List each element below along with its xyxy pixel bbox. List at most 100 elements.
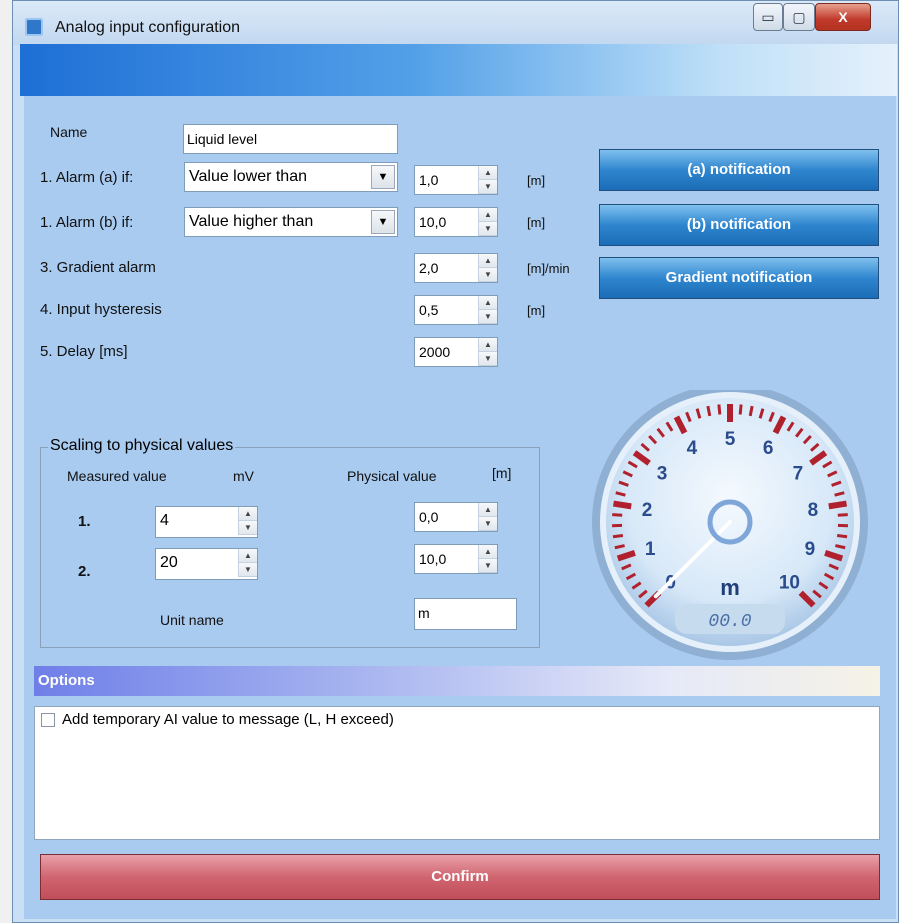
alarm-b-label: 1. Alarm (b) if: — [40, 214, 134, 231]
a-notification-button[interactable]: (a) notification — [599, 149, 879, 191]
unit-name-input[interactable]: m — [414, 598, 517, 630]
row-1-measured-value: 4 — [160, 512, 169, 529]
gauge-tick-label: 10 — [779, 572, 800, 593]
title-bar: Analog input configuration ▭ ▢ X — [13, 1, 898, 45]
level-gauge: 012345678910 m 00.0 — [592, 390, 868, 660]
gauge-tick-label: 5 — [725, 429, 736, 450]
alarm-b-unit: [m] — [527, 215, 546, 230]
spin-up-icon[interactable]: ▲ — [479, 296, 497, 310]
gauge-unit: m — [720, 575, 740, 600]
gauge-minor-tick — [614, 544, 625, 550]
spin-up-icon[interactable]: ▲ — [479, 503, 497, 517]
alarm-b-condition-select[interactable]: Value higher than ▼ — [184, 207, 398, 237]
gradient-value: 2,0 — [419, 260, 439, 276]
row-2-physical-value: 10,0 — [419, 551, 447, 567]
add-ai-value-label[interactable]: Add temporary AI value to message (L, H … — [62, 711, 394, 728]
window-title: Analog input configuration — [55, 19, 241, 36]
alarm-a-value-stepper[interactable]: 1,0 ▲ ▼ — [414, 165, 498, 195]
spin-up-icon[interactable]: ▲ — [479, 338, 497, 352]
gauge-minor-tick — [748, 405, 754, 417]
hysteresis-unit: [m] — [527, 303, 546, 318]
alarm-b-value-stepper[interactable]: 10,0 ▲ ▼ — [414, 207, 498, 237]
gauge-major-tick — [828, 500, 848, 510]
gauge-tick-label: 1 — [645, 539, 656, 560]
spin-down-icon[interactable]: ▼ — [479, 517, 497, 531]
gradient-value-stepper[interactable]: 2,0 ▲ ▼ — [414, 253, 498, 283]
name-input[interactable]: Liquid level — [183, 124, 398, 154]
gauge-tick-label: 3 — [657, 464, 668, 485]
gauge-minor-tick — [706, 405, 712, 417]
row-1-physical-value: 0,0 — [419, 509, 439, 525]
spin-up-icon[interactable]: ▲ — [479, 166, 497, 180]
gauge-minor-tick — [835, 544, 846, 550]
spin-down-icon[interactable]: ▼ — [479, 352, 497, 366]
name-label: Name — [50, 124, 88, 140]
gauge-minor-tick — [836, 534, 848, 539]
gauge-tick-label: 7 — [793, 464, 804, 485]
alarm-b-value: 10,0 — [419, 214, 447, 230]
gauge-tick-label: 6 — [763, 438, 774, 459]
spin-up-icon[interactable]: ▲ — [479, 208, 497, 222]
gauge-tick-label: 8 — [808, 500, 819, 521]
spin-down-icon[interactable]: ▼ — [479, 310, 497, 324]
minimize-button[interactable]: ▭ — [753, 3, 783, 31]
alarm-a-label: 1. Alarm (a) if: — [40, 169, 134, 186]
delay-label: 5. Delay [ms] — [40, 343, 128, 360]
hysteresis-value-stepper[interactable]: 0,5 ▲ ▼ — [414, 295, 498, 325]
gauge-tick-label: 4 — [687, 438, 698, 459]
row-1-measured-stepper[interactable]: 4 ▲ ▼ — [155, 506, 258, 538]
maximize-icon: ▢ — [792, 9, 806, 25]
gradient-alarm-label: 3. Gradient alarm — [40, 259, 156, 276]
row-2-physical-stepper[interactable]: 10,0 ▲ ▼ — [414, 544, 498, 574]
row-2-measured-value: 20 — [160, 554, 178, 571]
confirm-button[interactable]: Confirm — [40, 854, 880, 900]
b-notification-button[interactable]: (b) notification — [599, 204, 879, 246]
alarm-b-condition-value: Value higher than — [189, 213, 314, 230]
gauge-minor-tick — [717, 404, 722, 415]
alarm-a-unit: [m] — [527, 173, 546, 188]
gauge-minor-tick — [738, 404, 743, 415]
gauge-minor-tick — [612, 513, 623, 517]
spin-down-icon[interactable]: ▼ — [239, 521, 257, 535]
spin-down-icon[interactable]: ▼ — [479, 559, 497, 573]
unit-name-label: Unit name — [160, 612, 224, 628]
measured-value-header: Measured value — [67, 468, 167, 484]
gauge-tick-label: 9 — [805, 539, 816, 560]
app-icon — [25, 18, 43, 36]
close-icon: X — [838, 9, 848, 25]
options-title: Options — [38, 672, 95, 689]
chevron-down-icon[interactable]: ▼ — [371, 210, 395, 234]
gradient-notification-button[interactable]: Gradient notification — [599, 257, 879, 299]
alarm-a-condition-select[interactable]: Value lower than ▼ — [184, 162, 398, 192]
row-1-physical-stepper[interactable]: 0,0 ▲ ▼ — [414, 502, 498, 532]
alarm-a-condition-value: Value lower than — [189, 168, 307, 185]
maximize-button[interactable]: ▢ — [783, 3, 815, 31]
gauge-tick-label: 2 — [642, 500, 653, 521]
close-button[interactable]: X — [815, 3, 871, 31]
row-2-index: 2. — [78, 563, 91, 580]
spin-up-icon[interactable]: ▲ — [239, 549, 257, 563]
row-2-measured-stepper[interactable]: 20 ▲ ▼ — [155, 548, 258, 580]
spin-up-icon[interactable]: ▲ — [479, 545, 497, 559]
add-ai-value-checkbox[interactable] — [41, 713, 55, 727]
physical-unit-header: [m] — [492, 465, 512, 481]
chevron-down-icon[interactable]: ▼ — [371, 165, 395, 189]
spin-up-icon[interactable]: ▲ — [239, 507, 257, 521]
spin-down-icon[interactable]: ▼ — [239, 563, 257, 577]
gauge-minor-tick — [612, 534, 624, 539]
gauge-readout: 00.0 — [708, 612, 751, 632]
gradient-unit: [m]/min — [527, 261, 570, 276]
header-gradient-strip — [20, 44, 897, 96]
delay-value-stepper[interactable]: 2000 ▲ ▼ — [414, 337, 498, 367]
gauge-minor-tick — [837, 513, 848, 517]
gauge-major-tick — [612, 500, 632, 510]
row-1-index: 1. — [78, 513, 91, 530]
spin-down-icon[interactable]: ▼ — [479, 222, 497, 236]
spin-up-icon[interactable]: ▲ — [479, 254, 497, 268]
spin-down-icon[interactable]: ▼ — [479, 180, 497, 194]
measured-unit-header: mV — [233, 468, 254, 484]
physical-value-header: Physical value — [347, 468, 437, 484]
spin-down-icon[interactable]: ▼ — [479, 268, 497, 282]
hysteresis-value: 0,5 — [419, 302, 439, 318]
scaling-group-title: Scaling to physical values — [48, 437, 236, 455]
